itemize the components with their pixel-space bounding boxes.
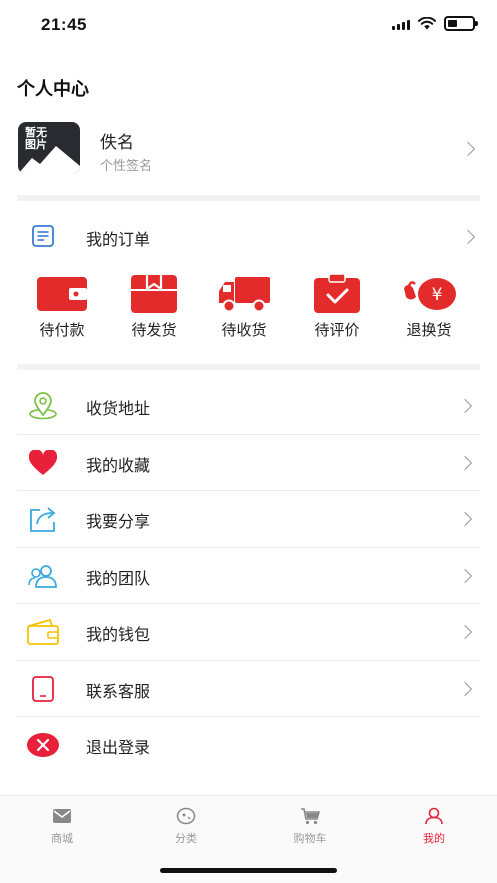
wallet-icon [27,274,97,314]
heart-icon [26,446,60,480]
menu-item-address[interactable]: 收货地址 [17,378,480,435]
status-bar: 21:45 [0,0,497,52]
tab-mine[interactable]: 我的 [394,806,474,846]
tab-label: 商城 [51,833,73,845]
menu-item-favorites[interactable]: 我的收藏 [17,435,480,491]
tablet-icon [26,672,60,706]
user-icon [394,806,474,826]
menu-item-customer-service[interactable]: 联系客服 [17,661,480,717]
menu-item-logout[interactable]: 退出登录 [17,717,480,774]
menu-item-label: 收货地址 [86,401,151,418]
order-status-pending-review[interactable]: 待评价 [302,274,372,340]
menu-item-label: 我的收藏 [86,457,151,475]
order-status-label: 待发货 [131,322,177,339]
battery-icon [444,16,478,31]
truck-icon [209,274,279,314]
chevron-right-icon [457,681,473,696]
chevron-right-icon [460,141,476,157]
review-icon [302,274,372,314]
order-status-refund[interactable]: ¥ 退换货 [394,274,464,340]
order-status-label: 待收货 [221,322,267,339]
status-icons [392,16,478,31]
profile-signature: 个性签名 [100,158,153,173]
page-title: 个人中心 [17,79,89,99]
profile-name: 佚名 [100,133,134,152]
menu-item-label: 我要分享 [86,514,151,531]
menu-item-label: 我的钱包 [86,627,151,644]
chevron-right-icon [457,568,473,583]
order-list-icon [26,219,60,253]
chevron-right-icon [457,624,473,640]
tab-label: 分类 [175,833,197,845]
menu-item-wallet[interactable]: 我的钱包 [17,604,480,661]
tab-label: 我的 [423,833,445,845]
signal-icon [392,18,410,30]
menu-item-label: 退出登录 [86,740,151,757]
chevron-right-icon [457,511,473,527]
tab-mall[interactable]: 商城 [22,806,102,846]
tab-cart[interactable]: 购物车 [270,806,350,846]
section-divider [17,195,480,201]
order-status-label: 待评价 [314,322,360,339]
section-divider [17,364,480,370]
order-status-bar: 待付款 待发货 待收货 待评价 ¥ 退换货 [0,274,497,344]
my-orders-label: 我的订单 [86,232,151,249]
wifi-icon [418,17,436,30]
share-icon [26,502,60,536]
chevron-right-icon [457,455,473,470]
package-icon [119,274,189,314]
menu-item-team[interactable]: 我的团队 [17,548,480,604]
order-status-label: 退换货 [406,322,452,339]
chevron-right-icon [460,229,476,245]
my-orders-row[interactable]: 我的订单 [0,208,497,264]
wallet-icon [26,615,60,649]
home-indicator [160,868,337,873]
chevron-right-icon [457,398,473,414]
status-time: 21:45 [41,15,87,34]
order-status-pending-shipment[interactable]: 待发货 [119,274,189,340]
menu-item-share[interactable]: 我要分享 [17,491,480,548]
avatar[interactable]: 暂无图片 [18,122,80,174]
tab-label: 购物车 [293,833,327,845]
mail-icon [22,806,102,826]
avatar-placeholder-image [18,146,80,174]
menu-item-label: 联系客服 [86,683,151,701]
location-pin-icon [26,389,60,423]
order-status-pending-payment[interactable]: 待付款 [27,274,97,340]
order-status-pending-receipt[interactable]: 待收货 [209,274,279,340]
svg-text:¥: ¥ [432,285,443,305]
team-icon [26,559,60,593]
order-status-label: 待付款 [39,322,85,339]
menu-item-label: 我的团队 [86,570,151,588]
refund-icon: ¥ [394,274,464,314]
tab-category[interactable]: 分类 [146,806,226,846]
menu-list: 收货地址 我的收藏 我要分享 我的团队 我的钱包 联系客服 退出登录 [17,378,480,774]
logout-icon [26,728,60,762]
profile-card[interactable]: 暂无图片 佚名 个性签名 [0,118,497,186]
category-icon [146,806,226,826]
cart-icon [270,806,350,826]
